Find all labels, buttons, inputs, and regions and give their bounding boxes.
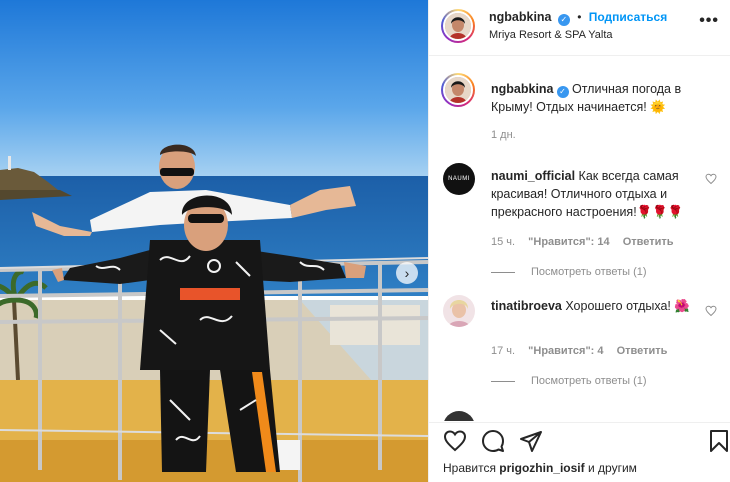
sun-emoji: 🌞 (650, 100, 666, 114)
caption-text-block: ngbabkina ✓ Отличная погода в Крыму! Отды… (491, 80, 701, 116)
liked-user[interactable]: prigozhin_iosif (499, 461, 584, 475)
comment-meta: 17 ч. "Нравится": 4 Ответить (491, 345, 677, 357)
author-username[interactable]: ngbabkina (489, 10, 552, 24)
reply-button[interactable]: Ответить (623, 236, 674, 248)
comment-icon[interactable] (481, 429, 505, 453)
share-icon[interactable] (519, 429, 543, 453)
view-replies-button[interactable]: Посмотреть ответы (1) (491, 375, 647, 387)
replies-divider (491, 271, 515, 273)
view-replies-label: Посмотреть ответы (1) (531, 266, 647, 278)
flower-emoji: 🌺 (674, 299, 690, 313)
post-header: ngbabkina ✓ • Подписаться Mriya Resort &… (429, 0, 730, 56)
replies-divider (491, 380, 515, 382)
verified-icon: ✓ (557, 14, 570, 26)
comment-text: Хорошего отдыха! (565, 299, 671, 313)
post-actions: Нравится prigozhin_iosif и другим (429, 422, 730, 482)
liked-prefix: Нравится (443, 461, 496, 475)
avatar-image (443, 295, 475, 327)
comment-avatar[interactable]: NAUMI (443, 163, 475, 195)
comment-likes[interactable]: "Нравится": 4 (528, 345, 603, 357)
caption-username[interactable]: ngbabkina (491, 82, 554, 96)
comment-username[interactable]: naumi_official (491, 169, 575, 183)
comment-likes[interactable]: "Нравится": 14 (528, 236, 609, 248)
caption-time[interactable]: 1 дн. (491, 129, 516, 141)
caption-meta: 1 дн. (491, 129, 526, 141)
avatar-image (445, 77, 471, 103)
comment-text-block: tinatibroeva Хорошего отдыха! 🌺 (491, 297, 701, 315)
like-icon[interactable] (443, 429, 467, 453)
comment-time[interactable]: 15 ч. (491, 236, 515, 248)
separator-dot: • (577, 10, 582, 24)
avatar-image (445, 13, 471, 39)
comment-avatar[interactable] (443, 411, 475, 421)
view-replies-label: Посмотреть ответы (1) (531, 375, 647, 387)
post-location[interactable]: Mriya Resort & SPA Yalta (489, 29, 613, 41)
view-replies-button[interactable]: Посмотреть ответы (1) (491, 266, 647, 278)
header-line: ngbabkina ✓ • Подписаться (489, 10, 667, 26)
comment-avatar[interactable] (443, 295, 475, 327)
caption-avatar[interactable] (441, 73, 475, 107)
bookmark-icon[interactable] (707, 429, 730, 453)
post-photo[interactable]: › (0, 0, 428, 482)
comment-meta: 15 ч. "Нравится": 14 Ответить (491, 236, 684, 248)
liked-by: Нравится prigozhin_iosif и другим (443, 461, 637, 475)
carousel-next-button[interactable]: › (396, 262, 418, 284)
author-avatar[interactable] (441, 9, 475, 43)
comment-like-icon[interactable] (705, 305, 717, 317)
photo-image (0, 0, 428, 482)
follow-button[interactable]: Подписаться (589, 10, 667, 24)
verified-icon: ✓ (556, 86, 569, 98)
rose-emoji: 🌹🌹🌹 (636, 205, 684, 219)
liked-suffix[interactable]: и другим (588, 461, 637, 475)
comment-like-icon[interactable] (705, 173, 717, 185)
comment-text-block: naumi_official Как всегда самая красивая… (491, 167, 701, 221)
chevron-right-icon: › (404, 265, 410, 281)
comments-list[interactable]: ngbabkina ✓ Отличная погода в Крыму! Отды… (429, 57, 730, 421)
post-sidebar: ngbabkina ✓ • Подписаться Mriya Resort &… (428, 0, 730, 482)
more-options-icon[interactable]: ••• (699, 12, 719, 30)
avatar-logo-text: NAUMI (448, 176, 470, 182)
comment-username[interactable]: tinatibroeva (491, 299, 562, 313)
reply-button[interactable]: Ответить (617, 345, 668, 357)
comment-time[interactable]: 17 ч. (491, 345, 515, 357)
